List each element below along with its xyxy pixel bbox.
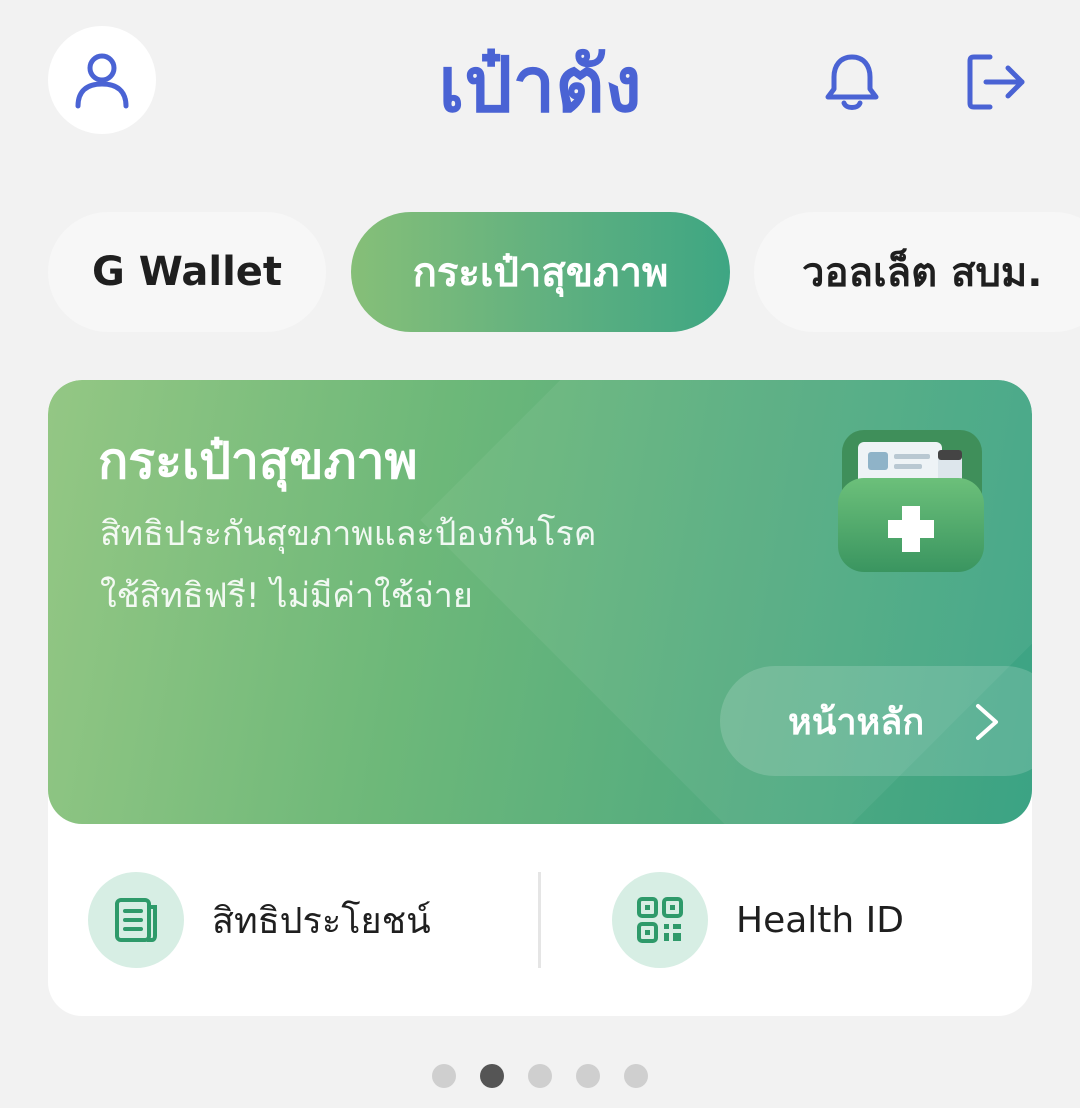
logout-icon <box>967 54 1025 110</box>
pager-dot-active[interactable] <box>480 1064 504 1088</box>
benefits-label: สิทธิประโยชน์ <box>212 900 431 942</box>
benefits-icon-circle <box>88 872 184 968</box>
action-divider <box>538 872 541 968</box>
notification-button[interactable] <box>818 48 886 116</box>
card-title: กระเป๋าสุขภาพ <box>98 432 418 490</box>
health-id-icon-circle <box>612 872 708 968</box>
health-id-button[interactable]: Health ID <box>612 872 904 968</box>
pager-dot[interactable] <box>432 1064 456 1088</box>
home-button[interactable]: หน้าหลัก <box>720 666 1032 776</box>
qr-code-icon <box>637 897 683 943</box>
health-wallet-card: กระเป๋าสุขภาพ สิทธิประกันสุขภาพและป้องกั… <box>48 380 1032 1016</box>
health-wallet-icon <box>838 430 984 572</box>
tab-health-wallet[interactable]: กระเป๋าสุขภาพ <box>351 212 730 332</box>
card-description: สิทธิประกันสุขภาพและป้องกันโรค <box>100 514 597 554</box>
home-button-label: หน้าหลัก <box>788 701 925 743</box>
page: เป๋าตัง G Wallet กระเป๋าสุขภาพ วอลเล็ต ส… <box>0 0 1080 1108</box>
logout-button[interactable] <box>958 48 1034 116</box>
app-title: เป๋าตัง <box>438 40 642 129</box>
chevron-right-icon <box>976 704 998 740</box>
pager-dot[interactable] <box>576 1064 600 1088</box>
benefits-button[interactable]: สิทธิประโยชน์ <box>88 872 431 968</box>
pager-dot[interactable] <box>528 1064 552 1088</box>
tab-g-wallet[interactable]: G Wallet <box>48 212 326 332</box>
bell-icon <box>825 54 879 110</box>
tab-bond-wallet[interactable]: วอลเล็ต สบม. <box>754 212 1080 332</box>
quick-actions: สิทธิประโยชน์ Health ID <box>48 824 1032 1016</box>
carousel-pager <box>432 1064 648 1088</box>
card-subdescription: ใช้สิทธิฟรี! ไม่มีค่าใช้จ่าย <box>100 576 473 616</box>
document-icon <box>115 898 157 942</box>
health-id-label: Health ID <box>736 899 904 941</box>
card-hero[interactable]: กระเป๋าสุขภาพ สิทธิประกันสุขภาพและป้องกั… <box>48 380 1032 824</box>
pager-dot[interactable] <box>624 1064 648 1088</box>
